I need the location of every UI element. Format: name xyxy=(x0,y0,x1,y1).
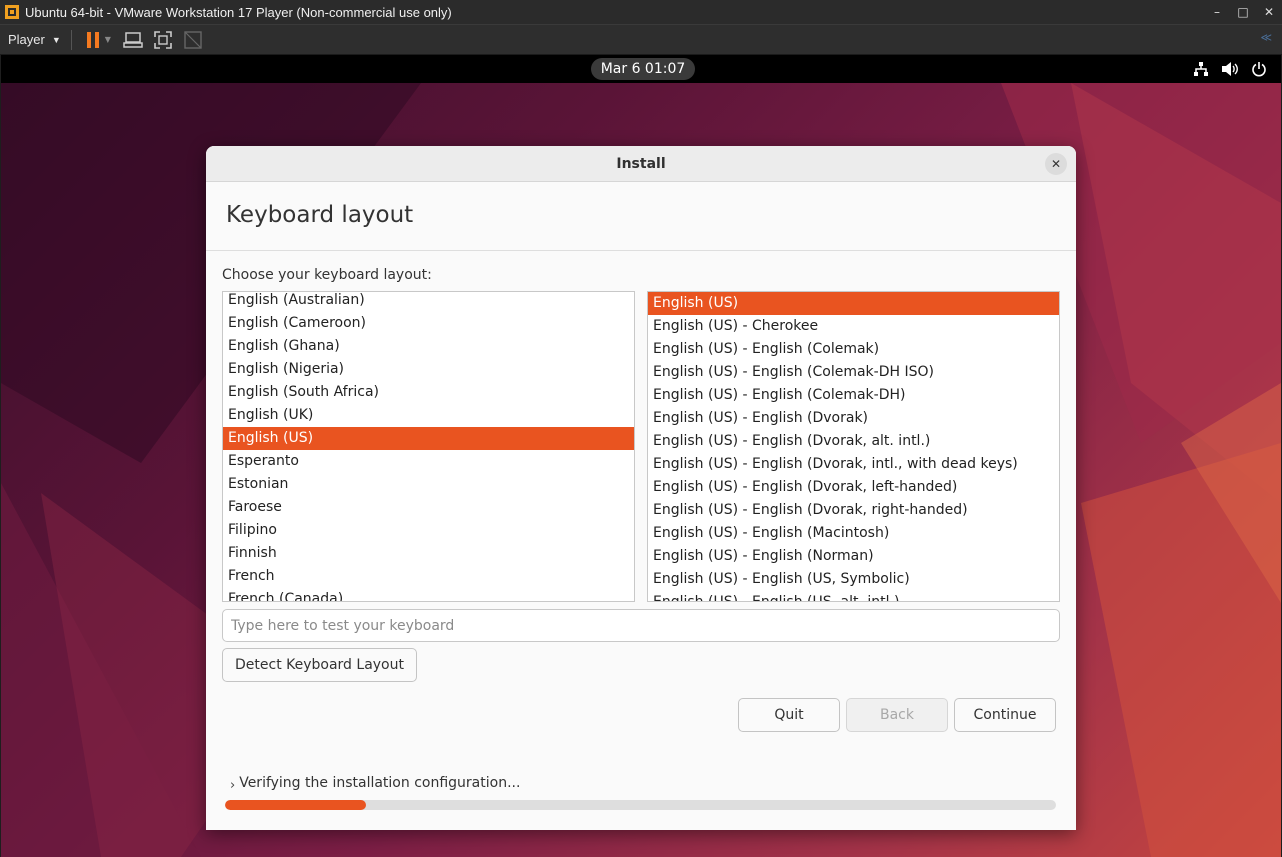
vmware-titlebar: Ubuntu 64-bit - VMware Workstation 17 Pl… xyxy=(0,0,1282,24)
vmware-toolbar: Player ▼ ▼ ≪ xyxy=(0,24,1282,55)
power-icon[interactable] xyxy=(1251,61,1267,77)
list-item[interactable]: Filipino xyxy=(223,519,634,542)
list-item[interactable]: English (Cameroon) xyxy=(223,312,634,335)
list-item[interactable]: English (US) xyxy=(648,292,1059,315)
player-menu[interactable]: Player ▼ xyxy=(8,32,61,47)
heading-divider xyxy=(206,250,1076,251)
keyboard-test-input[interactable] xyxy=(222,609,1060,642)
close-icon[interactable]: ✕ xyxy=(1256,0,1282,24)
window-controls: – □ ✕ xyxy=(1204,0,1282,24)
close-button[interactable]: ✕ xyxy=(1045,153,1067,175)
list-item[interactable]: English (US) - English (Dvorak, alt. int… xyxy=(648,430,1059,453)
list-item[interactable]: English (US) - English (Dvorak, intl., w… xyxy=(648,453,1059,476)
fullscreen-icon[interactable] xyxy=(152,29,174,51)
list-item[interactable]: English (US) - English (US, Symbolic) xyxy=(648,568,1059,591)
list-item[interactable]: French (Canada) xyxy=(223,588,634,601)
list-item[interactable]: English (US) - English (Dvorak, left-han… xyxy=(648,476,1059,499)
dialog-title: Install xyxy=(616,155,666,172)
list-item[interactable]: English (US) - Cherokee xyxy=(648,315,1059,338)
continue-button[interactable]: Continue xyxy=(954,698,1056,732)
list-item[interactable]: English (US) - English (Dvorak) xyxy=(648,407,1059,430)
install-dialog: Install ✕ Keyboard layout Choose your ke… xyxy=(206,146,1076,830)
list-item[interactable]: English (Australian) xyxy=(223,292,634,312)
install-status[interactable]: › Verifying the installation configurati… xyxy=(230,772,521,794)
chevron-right-icon: › xyxy=(230,778,236,793)
vmware-logo-icon xyxy=(3,3,21,21)
list-item[interactable]: Finnish xyxy=(223,542,634,565)
list-item[interactable]: English (US) - English (Colemak-DH) xyxy=(648,384,1059,407)
choose-layout-label: Choose your keyboard layout: xyxy=(222,267,432,283)
pause-dropdown-icon[interactable]: ▼ xyxy=(102,29,114,51)
collapse-toolbar-icon[interactable]: ≪ xyxy=(1260,31,1272,44)
status-text: Verifying the installation configuration… xyxy=(239,774,521,791)
maximize-icon[interactable]: □ xyxy=(1230,0,1256,24)
list-item[interactable]: English (US) - English (Colemak) xyxy=(648,338,1059,361)
vmware-window-title: Ubuntu 64-bit - VMware Workstation 17 Pl… xyxy=(25,4,452,20)
list-item[interactable]: English (US) - English (US, alt. intl.) xyxy=(648,591,1059,601)
detect-keyboard-layout-button[interactable]: Detect Keyboard Layout xyxy=(222,648,417,682)
list-item[interactable]: English (UK) xyxy=(223,404,634,427)
install-progress-bar xyxy=(225,800,1056,810)
gnome-top-bar: Mar 6 01:07 xyxy=(1,55,1281,83)
system-tray[interactable] xyxy=(1193,55,1267,83)
list-item[interactable]: English (Ghana) xyxy=(223,335,634,358)
back-button[interactable]: Back xyxy=(846,698,948,732)
progress-fill xyxy=(225,800,367,810)
unity-icon xyxy=(182,29,204,51)
clock[interactable]: Mar 6 01:07 xyxy=(591,58,695,80)
list-item[interactable]: French xyxy=(223,565,634,588)
list-item[interactable]: English (US) - English (Colemak-DH ISO) xyxy=(648,361,1059,384)
chevron-down-icon: ▼ xyxy=(51,34,61,45)
list-item[interactable]: English (US) - English (Norman) xyxy=(648,545,1059,568)
page-title: Keyboard layout xyxy=(226,202,414,228)
list-item[interactable]: English (US) - English (Dvorak, right-ha… xyxy=(648,499,1059,522)
list-item[interactable]: English (Nigeria) xyxy=(223,358,634,381)
list-item[interactable]: English (US) xyxy=(223,427,634,450)
volume-icon[interactable] xyxy=(1221,61,1239,77)
list-item[interactable]: Estonian xyxy=(223,473,634,496)
list-item[interactable]: English (South Africa) xyxy=(223,381,634,404)
keyboard-variant-list[interactable]: English (US) English (US) - Cherokee Engli… xyxy=(647,291,1060,602)
list-item[interactable]: Faroese xyxy=(223,496,634,519)
minimize-icon[interactable]: – xyxy=(1204,0,1230,24)
toolbar-divider xyxy=(70,29,72,50)
player-menu-label: Player xyxy=(8,32,45,47)
list-item[interactable]: English (US) - English (Macintosh) xyxy=(648,522,1059,545)
quit-button[interactable]: Quit xyxy=(738,698,840,732)
send-ctrl-alt-del-icon[interactable] xyxy=(122,29,144,51)
network-icon[interactable] xyxy=(1193,61,1209,77)
pause-icon[interactable] xyxy=(82,29,104,51)
dialog-header: Install ✕ xyxy=(206,146,1076,182)
list-item[interactable]: Esperanto xyxy=(223,450,634,473)
keyboard-layout-list[interactable]: English (Australian) English (Cameroon) En… xyxy=(222,291,635,602)
